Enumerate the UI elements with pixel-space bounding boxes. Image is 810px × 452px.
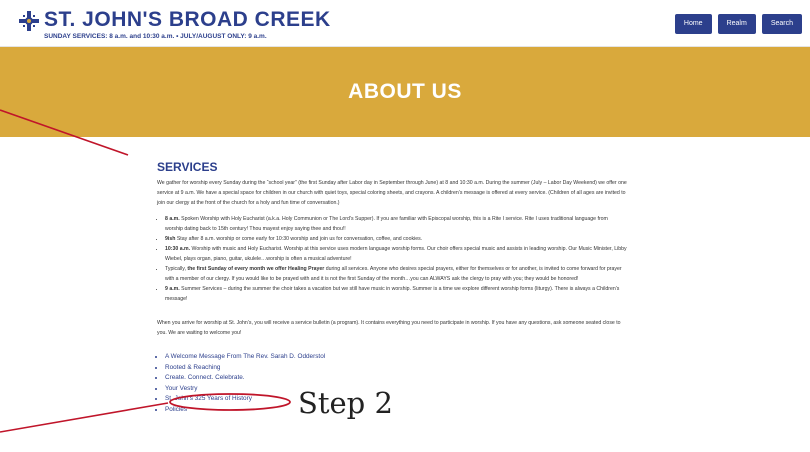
main-content: SERVICES We gather for worship every Sun… <box>157 160 627 415</box>
services-heading: SERVICES <box>157 160 218 174</box>
service-description: Summer Services – during the summer the … <box>165 286 620 302</box>
link-your-vestry[interactable]: Your Vestry <box>165 385 197 392</box>
nav-home-button[interactable]: Home <box>674 14 712 34</box>
service-list: 8 a.m. Spoken Worship with Holy Eucharis… <box>157 214 627 304</box>
service-time: 8 a.m. <box>165 216 180 222</box>
site-brand-name[interactable]: ST. JOHN'S BROAD CREEK <box>44 8 331 32</box>
link-rooted-reaching[interactable]: Rooted & Reaching <box>165 364 220 371</box>
top-nav: Home Realm Search <box>674 14 802 34</box>
nav-realm-button[interactable]: Realm <box>717 14 756 34</box>
service-item: 8 a.m. Spoken Worship with Holy Eucharis… <box>165 214 627 234</box>
service-item: 9ish Stay after 8 a.m. worship or come e… <box>165 234 627 244</box>
list-item: Create. Connect. Celebrate. <box>165 373 627 384</box>
nav-search-button[interactable]: Search <box>761 14 802 34</box>
link-welcome-message[interactable]: A Welcome Message From The Rev. Sarah D.… <box>165 353 325 360</box>
list-item: Your Vestry <box>165 384 627 395</box>
service-highlight: the first Sunday of every month we offer… <box>187 266 325 272</box>
list-item: St. John’s 325 Years of History <box>165 394 627 405</box>
link-policies[interactable]: Policies <box>165 406 187 413</box>
about-us-page: ST. JOHN'S BROAD CREEK SUNDAY SERVICES: … <box>0 0 810 452</box>
services-intro: We gather for worship every Sunday durin… <box>157 180 627 206</box>
service-time: 9 a.m. <box>165 286 180 292</box>
cross-logo-icon <box>19 11 39 31</box>
service-item: 10:30 a.m. Worship with music and Holy E… <box>165 244 627 264</box>
site-header: ST. JOHN'S BROAD CREEK SUNDAY SERVICES: … <box>0 0 810 47</box>
link-325-years-history[interactable]: St. John’s 325 Years of History <box>165 395 252 402</box>
service-description: Spoken Worship with Holy Eucharist (a.k.… <box>165 216 608 232</box>
list-item: Policies <box>165 405 627 416</box>
page-title: ABOUT US <box>348 80 462 103</box>
step-2-label: Step 2 <box>298 386 393 420</box>
link-create-connect-celebrate[interactable]: Create. Connect. Celebrate. <box>165 374 245 381</box>
service-times-tagline: SUNDAY SERVICES: 8 a.m. and 10:30 a.m. •… <box>44 33 267 40</box>
service-item: Typically, the first Sunday of every mon… <box>165 264 627 284</box>
service-description: Worship with music and Holy Eucharist. W… <box>165 246 627 262</box>
service-time: 9ish <box>165 236 176 242</box>
service-item: 9 a.m. Summer Services – during the summ… <box>165 284 627 304</box>
service-description: Stay after 8 a.m. worship or come early … <box>175 236 423 242</box>
hero-banner: ABOUT US <box>0 47 810 137</box>
service-prefix: Typically, <box>165 266 188 272</box>
service-time: 10:30 a.m. <box>165 246 191 252</box>
list-item: Rooted & Reaching <box>165 363 627 374</box>
bulletin-paragraph: When you arrive for worship at St. John’… <box>157 320 621 336</box>
list-item: A Welcome Message From The Rev. Sarah D.… <box>165 352 627 363</box>
